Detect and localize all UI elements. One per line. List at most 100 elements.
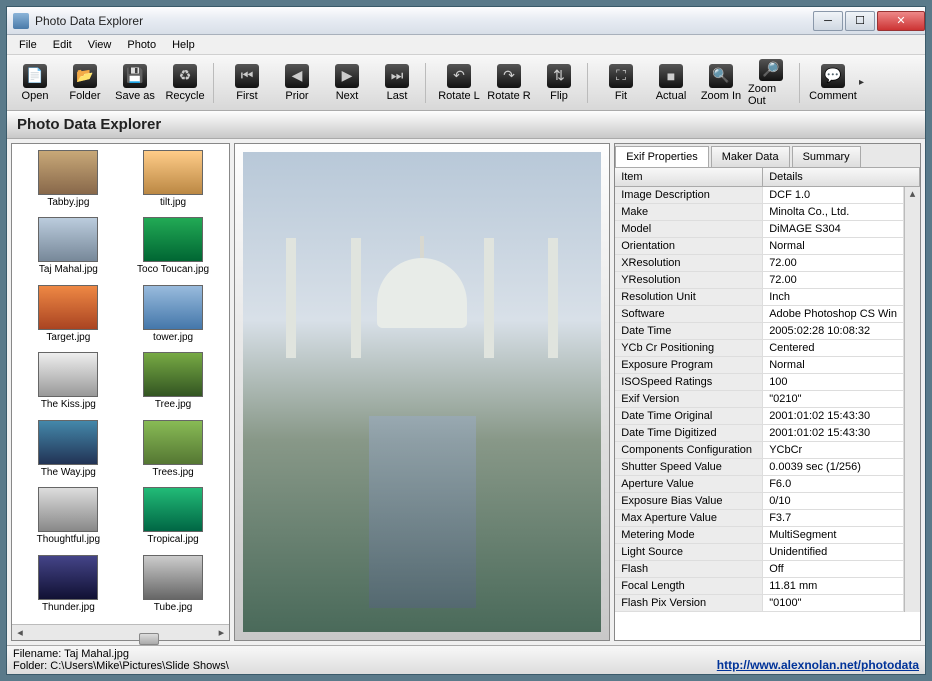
table-row[interactable]: Exposure ProgramNormal [615,357,904,374]
thumbnail-label: The Kiss.jpg [41,399,96,410]
thumbnail[interactable]: Thoughtful.jpg [18,487,119,550]
tab-bar: Exif PropertiesMaker DataSummary [615,144,920,168]
thumbnail-label: Trees.jpg [152,467,193,478]
table-row[interactable]: Image DescriptionDCF 1.0 [615,187,904,204]
first-icon: ⏮ [235,64,259,88]
table-row[interactable]: Date Time Digitized2001:01:02 15:43:30 [615,425,904,442]
scrollbar-thumb[interactable] [139,633,159,645]
actual-button[interactable]: ■Actual [647,58,695,108]
thumbnail-label: tower.jpg [153,332,193,343]
fit-button[interactable]: ⛶Fit [597,58,645,108]
thumbnail[interactable]: Tree.jpg [123,352,224,415]
window-title: Photo Data Explorer [35,14,811,28]
prior-button[interactable]: ◀Prior [273,58,321,108]
next-button[interactable]: ▶Next [323,58,371,108]
zoomout-icon: 🔎 [759,59,783,81]
titlebar[interactable]: Photo Data Explorer ─ ☐ ✕ [7,7,925,35]
thumbnail[interactable]: The Way.jpg [18,420,119,483]
scroll-left-arrow[interactable]: ◂ [12,626,28,639]
table-row[interactable]: Components ConfigurationYCbCr [615,442,904,459]
tab-maker[interactable]: Maker Data [711,146,790,167]
table-row[interactable]: Max Aperture ValueF3.7 [615,510,904,527]
thumbnail[interactable]: Toco Toucan.jpg [123,217,224,280]
comment-button[interactable]: 💬Comment [809,58,857,108]
vertical-scrollbar[interactable]: ▴ [904,187,920,612]
table-row[interactable]: Metering ModeMultiSegment [615,527,904,544]
thumbnail[interactable]: Tropical.jpg [123,487,224,550]
scroll-right-arrow[interactable]: ▸ [213,626,229,639]
table-row[interactable]: ISOSpeed Ratings100 [615,374,904,391]
folder-icon: 📂 [73,64,97,88]
thumbnail[interactable]: Tube.jpg [123,555,224,618]
last-button[interactable]: ⏭Last [373,58,421,108]
thumbnail[interactable]: Taj Mahal.jpg [18,217,119,280]
tab-exif[interactable]: Exif Properties [615,146,709,167]
thumbnail[interactable]: Target.jpg [18,285,119,348]
open-icon: 📄 [23,64,47,88]
website-link[interactable]: http://www.alexnolan.net/photodata [717,658,919,672]
table-row[interactable]: SoftwareAdobe Photoshop CS Win [615,306,904,323]
maximize-button[interactable]: ☐ [845,11,875,31]
saveas-button[interactable]: 💾Save as [111,58,159,108]
rotater-icon: ↷ [497,64,521,88]
thumbnail[interactable]: Tabby.jpg [18,150,119,213]
recycle-button[interactable]: ♻Recycle [161,58,209,108]
zoomout-button[interactable]: 🔎Zoom Out [747,58,795,108]
menu-edit[interactable]: Edit [45,37,80,53]
table-row[interactable]: Exposure Bias Value0/10 [615,493,904,510]
thumbnail-label: Target.jpg [46,332,90,343]
app-window: Photo Data Explorer ─ ☐ ✕ FileEditViewPh… [6,6,926,675]
folder-button[interactable]: 📂Folder [61,58,109,108]
flip-icon: ⇅ [547,64,571,88]
thumbnail[interactable]: Trees.jpg [123,420,224,483]
status-filename: Filename: Taj Mahal.jpg [13,648,229,660]
thumbnail[interactable]: Thunder.jpg [18,555,119,618]
first-button[interactable]: ⏮First [223,58,271,108]
table-row[interactable]: Focal Length11.81 mm [615,578,904,595]
actual-icon: ■ [659,64,683,88]
horizontal-scrollbar[interactable]: ◂ ▸ [12,624,229,640]
preview-image[interactable] [243,152,601,632]
table-row[interactable]: FlashOff [615,561,904,578]
table-row[interactable]: MakeMinolta Co., Ltd. [615,204,904,221]
table-row[interactable]: Shutter Speed Value0.0039 sec (1/256) [615,459,904,476]
table-row[interactable]: Aperture ValueF6.0 [615,476,904,493]
header-details[interactable]: Details [763,168,920,186]
rotatel-button[interactable]: ↶Rotate L [435,58,483,108]
table-row[interactable]: Exif Version"0210" [615,391,904,408]
flip-button[interactable]: ⇅Flip [535,58,583,108]
header-strip: Photo Data Explorer [7,111,925,139]
app-icon [13,13,29,29]
open-button[interactable]: 📄Open [11,58,59,108]
table-row[interactable]: Resolution UnitInch [615,289,904,306]
table-row[interactable]: Date Time Original2001:01:02 15:43:30 [615,408,904,425]
fit-icon: ⛶ [609,64,633,88]
menu-photo[interactable]: Photo [119,37,164,53]
comment-icon: 💬 [821,64,845,88]
tab-summary[interactable]: Summary [792,146,861,167]
exif-table: Item Details Image DescriptionDCF 1.0Mak… [615,168,920,640]
rotater-button[interactable]: ↷Rotate R [485,58,533,108]
table-row[interactable]: XResolution72.00 [615,255,904,272]
menu-view[interactable]: View [80,37,120,53]
toolbar-overflow[interactable]: ▸ [859,77,871,88]
header-item[interactable]: Item [615,168,763,186]
thumbnail[interactable]: The Kiss.jpg [18,352,119,415]
table-row[interactable]: Flash Pix Version"0100" [615,595,904,612]
table-row[interactable]: Light SourceUnidentified [615,544,904,561]
thumbnail-grid: Tabby.jpgtilt.jpgTaj Mahal.jpgToco Touca… [12,144,229,624]
thumbnail[interactable]: tilt.jpg [123,150,224,213]
table-row[interactable]: YCb Cr PositioningCentered [615,340,904,357]
zoomin-button[interactable]: 🔍Zoom In [697,58,745,108]
table-row[interactable]: YResolution72.00 [615,272,904,289]
close-button[interactable]: ✕ [877,11,925,31]
thumbnail[interactable]: tower.jpg [123,285,224,348]
menu-file[interactable]: File [11,37,45,53]
thumbnail-image [38,150,98,195]
table-row[interactable]: Date Time2005:02:28 10:08:32 [615,323,904,340]
minimize-button[interactable]: ─ [813,11,843,31]
table-row[interactable]: OrientationNormal [615,238,904,255]
thumbnail-image [38,487,98,532]
menu-help[interactable]: Help [164,37,203,53]
table-row[interactable]: ModelDiMAGE S304 [615,221,904,238]
